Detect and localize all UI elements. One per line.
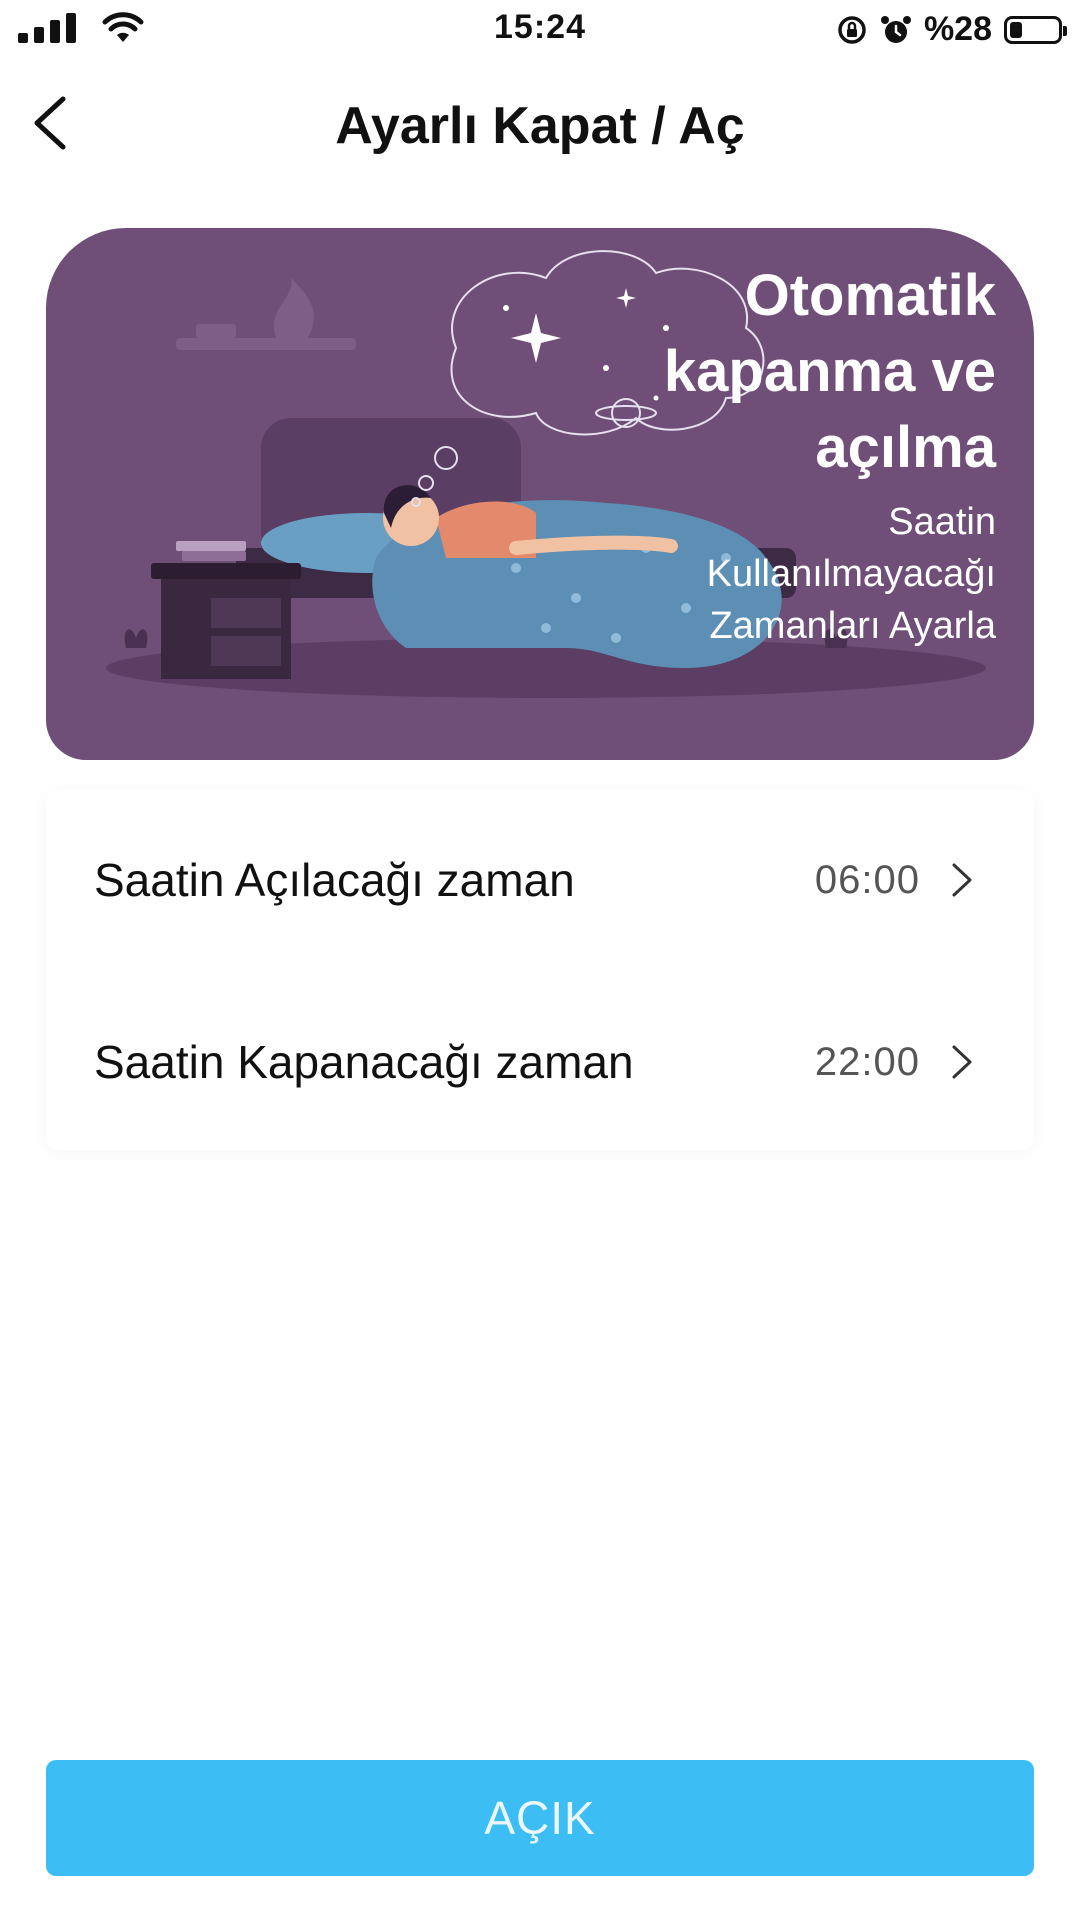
status-bar: 15:24 %28 <box>0 0 1080 58</box>
setting-label: Saatin Kapanacağı zaman <box>94 1036 634 1088</box>
setting-label: Saatin Açılacağı zaman <box>94 854 575 906</box>
rotation-lock-icon <box>838 15 866 44</box>
banner-title: Otomatik kapanma ve açılma <box>663 263 996 480</box>
alarm-icon <box>880 15 911 43</box>
banner-subtitle: Saatin Kullanılmayacağı Zamanları Ayarla <box>706 501 996 647</box>
promo-banner: Otomatik kapanma ve açılma Saatin Kullan… <box>46 228 1034 760</box>
setting-value: 06:00 <box>814 857 920 902</box>
toggle-on-button[interactable]: AÇIK <box>46 1760 1034 1876</box>
setting-value: 22:00 <box>814 1039 920 1084</box>
schedule-settings-card: Saatin Açılacağı zaman 06:00 Saatin Kapa… <box>46 790 1034 1150</box>
setting-row-open-time[interactable]: Saatin Açılacağı zaman 06:00 <box>46 790 1034 970</box>
battery-percentage: %28 <box>923 10 992 48</box>
header: Ayarlı Kapat / Aç <box>0 70 1080 180</box>
banner-text: Otomatik kapanma ve açılma Saatin Kullan… <box>576 258 996 652</box>
status-right: %28 <box>836 10 1067 49</box>
setting-row-close-time[interactable]: Saatin Kapanacağı zaman 22:00 <box>46 972 1034 1152</box>
page-title: Ayarlı Kapat / Aç <box>335 97 745 155</box>
chevron-right-icon <box>952 1045 972 1079</box>
chevron-right-icon <box>952 863 972 897</box>
battery-icon <box>1004 15 1067 44</box>
